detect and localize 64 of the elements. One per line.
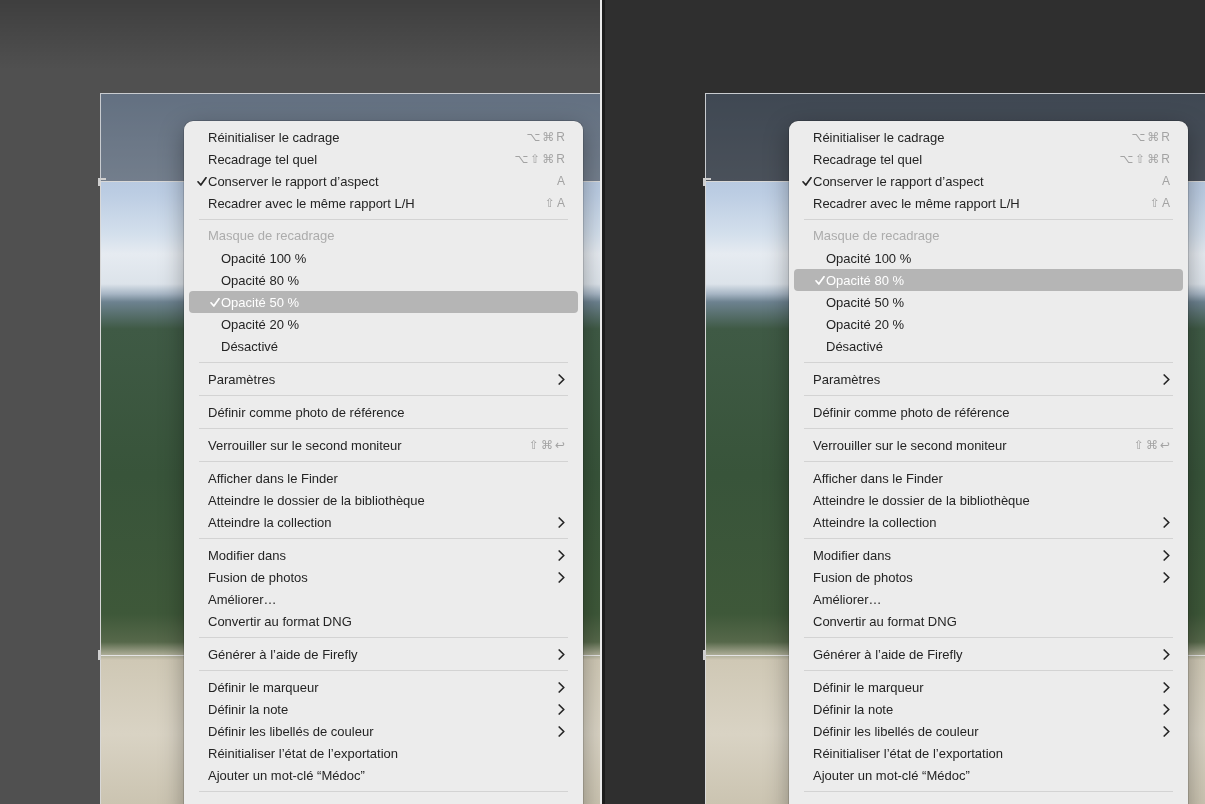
menu-item[interactable]: Recadrer avec le même rapport L/H ⇧A [189,192,578,214]
menu-item[interactable]: Générer à l’aide de Firefly [189,643,578,665]
menu-item[interactable]: Opacité 100 % [189,247,578,269]
menu-item[interactable]: Réinitialiser l’état de l’exportation [189,742,578,764]
menu-item[interactable]: Verrouiller sur le second moniteur ⇧⌘↩ [794,434,1183,456]
menu-item[interactable]: Améliorer… [794,588,1183,610]
shortcut-text: ⌥⇧⌘R [514,152,567,166]
menu-item[interactable]: Améliorer… [189,588,578,610]
shortcut-text: ⌥⇧⌘R [1119,152,1172,166]
menu-item[interactable]: Verrouiller sur le second moniteur ⇧⌘↩ [189,434,578,456]
menu-item[interactable]: Définir la note [189,698,578,720]
menu-item[interactable]: Définir comme photo de référence [189,401,578,423]
menu-item[interactable]: Modifier dans [794,544,1183,566]
menu-item[interactable]: Atteindre le dossier de la bibliothèque [189,489,578,511]
shortcut-text: ⇧A [1149,196,1172,210]
shortcut-text: ⇧⌘↩ [528,438,567,452]
menu-item[interactable]: Désactivé [189,335,578,357]
menu-item[interactable]: Opacité 100 % [794,247,1183,269]
menu-item[interactable]: Recadrer avec le même rapport L/H ⇧A [794,192,1183,214]
menu-item[interactable]: Générer à l’aide de Firefly [794,643,1183,665]
menu-item[interactable]: Désactivé [794,335,1183,357]
menu-item[interactable]: Définir les libellés de couleur [794,720,1183,742]
menu-item[interactable]: Atteindre le dossier de la bibliothèque [794,489,1183,511]
shortcut-text: ⌥⌘R [526,130,567,144]
shortcut-text: ⇧⌘↩ [1133,438,1172,452]
menu-item[interactable]: Définir le marqueur [189,676,578,698]
menu-item[interactable]: Modifier dans [189,544,578,566]
menu-item[interactable]: Recadrage tel quel ⌥⇧⌘R [189,148,578,170]
shortcut-text: ⌥⌘R [1131,130,1172,144]
shortcut-text: A [1162,174,1172,188]
shortcut-text: ⇧A [544,196,567,210]
menu-item[interactable]: Recadrage tel quel ⌥⇧⌘R [794,148,1183,170]
menu-item[interactable]: Définir la note [794,698,1183,720]
menu-item[interactable]: Ajouter un mot-clé “Médoc” [189,764,578,786]
menu-item[interactable]: Réinitialiser le cadrage ⌥⌘R [794,126,1183,148]
menu-item[interactable]: Fusion de photos [794,566,1183,588]
menu-item[interactable]: Fusion de photos [189,566,578,588]
shortcut-text: A [557,174,567,188]
menu-item[interactable]: Conserver le rapport d’aspect A [794,170,1183,192]
menu-item[interactable]: Définir les libellés de couleur [189,720,578,742]
menu-item[interactable]: Opacité 20 % [794,313,1183,335]
menu-item[interactable]: Opacité 80 % [189,269,578,291]
crop-side-handle[interactable] [703,650,706,660]
menu-item[interactable]: Opacité 50 % [794,291,1183,313]
menu-item[interactable]: Conserver le rapport d’aspect A [189,170,578,192]
menu-item[interactable]: Convertir au format DNG [794,610,1183,632]
menu-item[interactable]: Paramètres [794,368,1183,390]
menu-item[interactable]: Atteindre la collection [189,511,578,533]
menu-item[interactable]: Afficher dans le Finder [794,467,1183,489]
menu-item[interactable]: Ajouter un mot-clé “Médoc” [794,764,1183,786]
section-header: Masque de recadrage [207,227,336,245]
menu-item[interactable]: Réinitialiser l’état de l’exportation [794,742,1183,764]
menu-item[interactable]: Réinitialiser le cadrage ⌥⌘R [189,126,578,148]
menu-item[interactable]: Convertir au format DNG [189,610,578,632]
menu-item[interactable]: Atteindre la collection [794,511,1183,533]
menu-item[interactable]: Définir comme photo de référence [794,401,1183,423]
menu-item[interactable]: Afficher dans le Finder [189,467,578,489]
crop-corner-handle[interactable] [703,178,711,186]
menu-item[interactable]: Opacité 20 % [189,313,578,335]
section-header: Masque de recadrage [812,227,941,245]
crop-side-handle[interactable] [98,650,101,660]
crop-corner-handle[interactable] [98,178,106,186]
menu-item[interactable]: Paramètres [189,368,578,390]
menu-item[interactable]: Définir le marqueur [794,676,1183,698]
